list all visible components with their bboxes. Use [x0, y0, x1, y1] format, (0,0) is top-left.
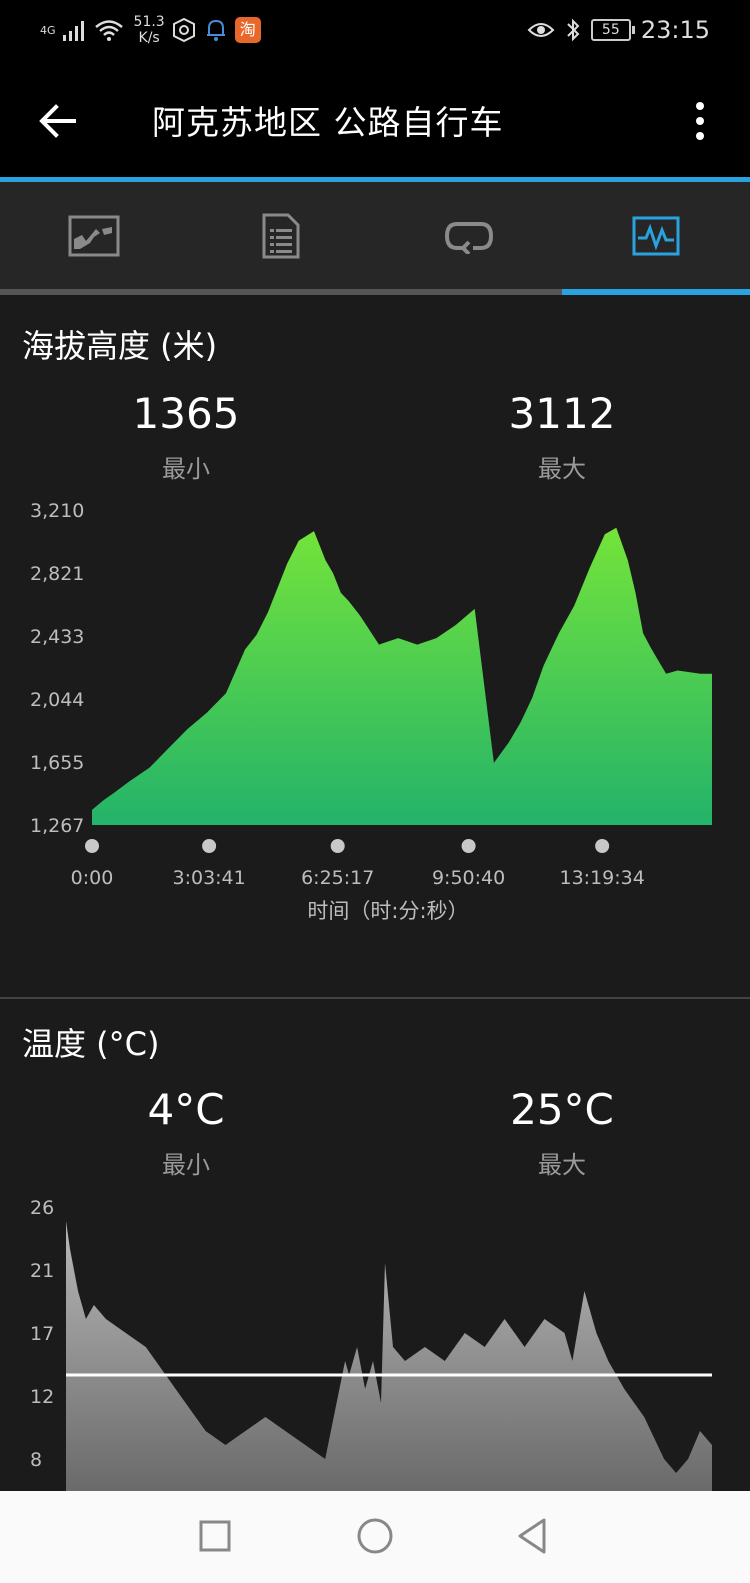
elevation-title: 海拔高度 (米)	[22, 327, 218, 365]
map-icon	[68, 215, 120, 257]
elevation-x-tick-dot	[461, 839, 476, 853]
network-speed: 51.3 K/s	[134, 14, 165, 46]
square-icon[interactable]	[190, 1511, 240, 1561]
temperature-y-tick: 12	[30, 1386, 54, 1408]
app-bar: 阿克苏地区 公路自行车	[0, 62, 750, 178]
elevation-x-tick-dot	[330, 839, 345, 853]
elevation-y-tick: 2,821	[30, 563, 84, 585]
elevation-x-tick: 9:50:40	[432, 867, 505, 889]
elevation-max-value: 3112	[508, 389, 616, 438]
elevation-x-tick: 6:25:17	[301, 867, 374, 889]
elevation-y-tick: 1,655	[30, 752, 84, 774]
tab-details[interactable]	[188, 182, 376, 290]
section-divider	[0, 997, 750, 999]
status-left: 4G 51.3 K/s 淘	[40, 14, 261, 46]
temperature-max-label: 最大	[538, 1151, 586, 1179]
status-bar: 4G 51.3 K/s 淘 55 23:15	[0, 0, 750, 62]
eye-icon	[527, 23, 555, 37]
temperature-y-tick: 26	[30, 1197, 54, 1219]
temperature-y-tick: 21	[30, 1260, 54, 1282]
chart-content[interactable]: 海拔高度 (米) 1365 最小 3112 最大 3,210 2,821 2,433…	[0, 295, 750, 1491]
elevation-x-tick: 0:00	[71, 867, 114, 889]
arrow-left-icon[interactable]	[34, 96, 84, 146]
temperature-chart[interactable]: 26 21 17 12 8	[0, 1185, 750, 1491]
elevation-y-tick: 3,210	[30, 500, 84, 522]
speed-value: 51.3	[133, 14, 165, 30]
elevation-min-value: 1365	[132, 389, 240, 438]
document-icon	[262, 213, 300, 259]
page-title: 阿克苏地区 公路自行车	[152, 103, 504, 142]
triangle-back-icon[interactable]	[508, 1511, 558, 1561]
tab-map[interactable]	[0, 182, 188, 290]
temperature-title: 温度 (°C)	[22, 1025, 160, 1063]
elevation-x-tick-dot	[202, 839, 217, 853]
system-nav-bar	[0, 1491, 750, 1583]
clock: 23:15	[640, 16, 710, 44]
chart-icon	[632, 216, 680, 256]
hexagon-app-icon	[172, 17, 195, 43]
speed-unit: K/s	[138, 30, 160, 46]
elevation-y-tick: 1,267	[30, 815, 84, 837]
status-right: 55 23:15	[527, 16, 710, 44]
elevation-x-tick-dot	[85, 839, 99, 853]
elevation-chart[interactable]: 3,210 2,821 2,433 2,044 1,655 1,267 0:00 3:03:4…	[0, 490, 750, 940]
elevation-y-tick: 2,433	[30, 626, 84, 648]
elevation-x-tick: 13:19:34	[559, 867, 644, 889]
tab-charts[interactable]	[563, 182, 750, 290]
temperature-min-value: 4°C	[147, 1085, 225, 1134]
wifi-icon	[94, 20, 123, 41]
more-vertical-icon[interactable]	[678, 96, 722, 146]
temperature-y-tick: 17	[30, 1323, 54, 1345]
temperature-area	[66, 1221, 712, 1491]
elevation-x-tick: 3:03:41	[172, 867, 245, 889]
elevation-area	[92, 527, 712, 825]
taobao-app-icon: 淘	[234, 17, 261, 43]
tab-bar	[0, 182, 750, 290]
battery-indicator: 55	[590, 19, 635, 41]
bluetooth-icon	[567, 18, 580, 42]
signal-icon	[62, 21, 84, 41]
tab-laps[interactable]	[375, 182, 563, 290]
temperature-max-value: 25°C	[510, 1085, 614, 1134]
bell-notification-icon	[206, 19, 225, 41]
laps-icon	[444, 222, 493, 254]
elevation-y-tick: 2,044	[30, 689, 84, 711]
elevation-x-tick-dot	[595, 839, 610, 853]
elevation-min-label: 最小	[162, 455, 210, 483]
circle-icon[interactable]	[350, 1511, 400, 1561]
temperature-min-label: 最小	[162, 1151, 210, 1179]
elevation-x-axis-label: 时间（时:分:秒）	[307, 899, 468, 923]
temperature-y-tick: 8	[30, 1449, 42, 1471]
elevation-max-label: 最大	[538, 455, 586, 483]
network-type: 4G	[40, 23, 56, 37]
